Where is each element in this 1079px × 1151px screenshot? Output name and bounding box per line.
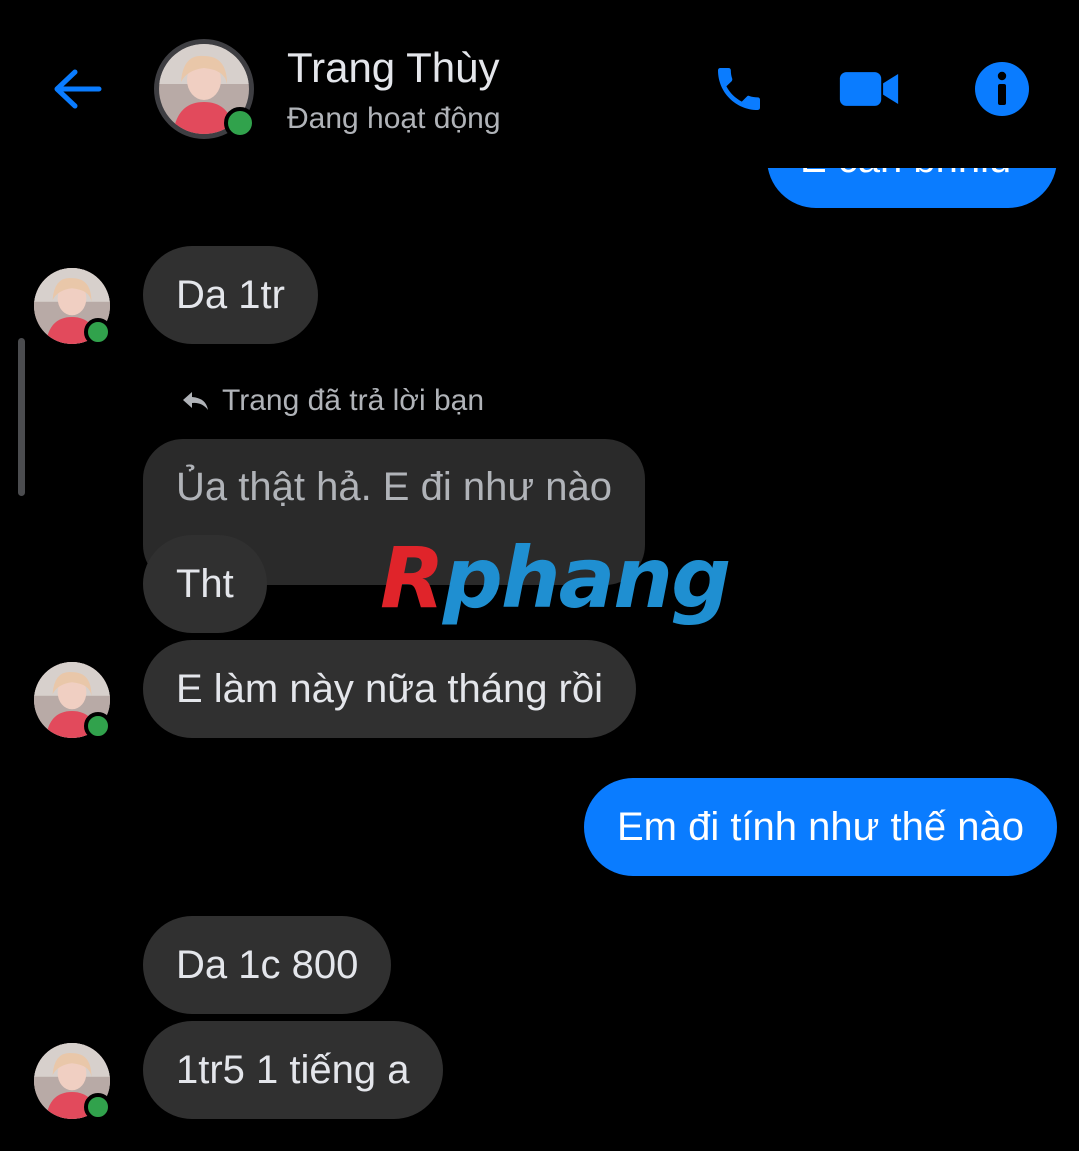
arrow-left-icon [54,69,102,109]
message-bubble-incoming[interactable]: E làm này nữa tháng rồi [143,640,637,738]
reply-indicator: Trang đã trả lời bạn [180,384,484,418]
message-bubble-outgoing[interactable]: Em đi tính như thế nào [583,778,1057,876]
phone-icon [718,68,760,110]
sender-avatar[interactable] [34,662,112,740]
info-icon [975,62,1029,116]
contact-avatar[interactable] [154,39,256,139]
video-camera-icon [839,72,899,106]
audio-call-button[interactable] [708,58,770,120]
reply-indicator-text: Trang đã trả lời bạn [222,384,485,417]
back-button[interactable] [46,62,108,116]
chat-screen: E cần bnhiu Trang Thùy Đang hoạt động [0,0,1079,1151]
watermark-logo: Rphang [380,529,731,627]
contact-status: Đang hoạt động [287,102,501,135]
online-indicator [84,318,112,346]
video-call-button[interactable] [838,58,900,120]
scrollbar-thumb[interactable] [18,338,25,496]
message-bubble-incoming[interactable]: Da 1tr [143,246,318,344]
sender-avatar[interactable] [34,1043,112,1121]
online-indicator [224,107,256,139]
reply-arrow-icon [183,392,208,410]
contact-name[interactable]: Trang Thùy [287,44,499,92]
conversation-info-button[interactable] [971,58,1033,120]
message-bubble-incoming[interactable]: Da 1c 800 [143,916,392,1014]
online-indicator [84,1093,112,1121]
message-bubble-incoming[interactable]: 1tr5 1 tiếng a [143,1021,443,1119]
online-indicator [84,712,112,740]
message-bubble-incoming[interactable]: Tht [143,535,267,633]
sender-avatar[interactable] [34,268,112,346]
conversation-header: Trang Thùy Đang hoạt động [0,0,1079,168]
